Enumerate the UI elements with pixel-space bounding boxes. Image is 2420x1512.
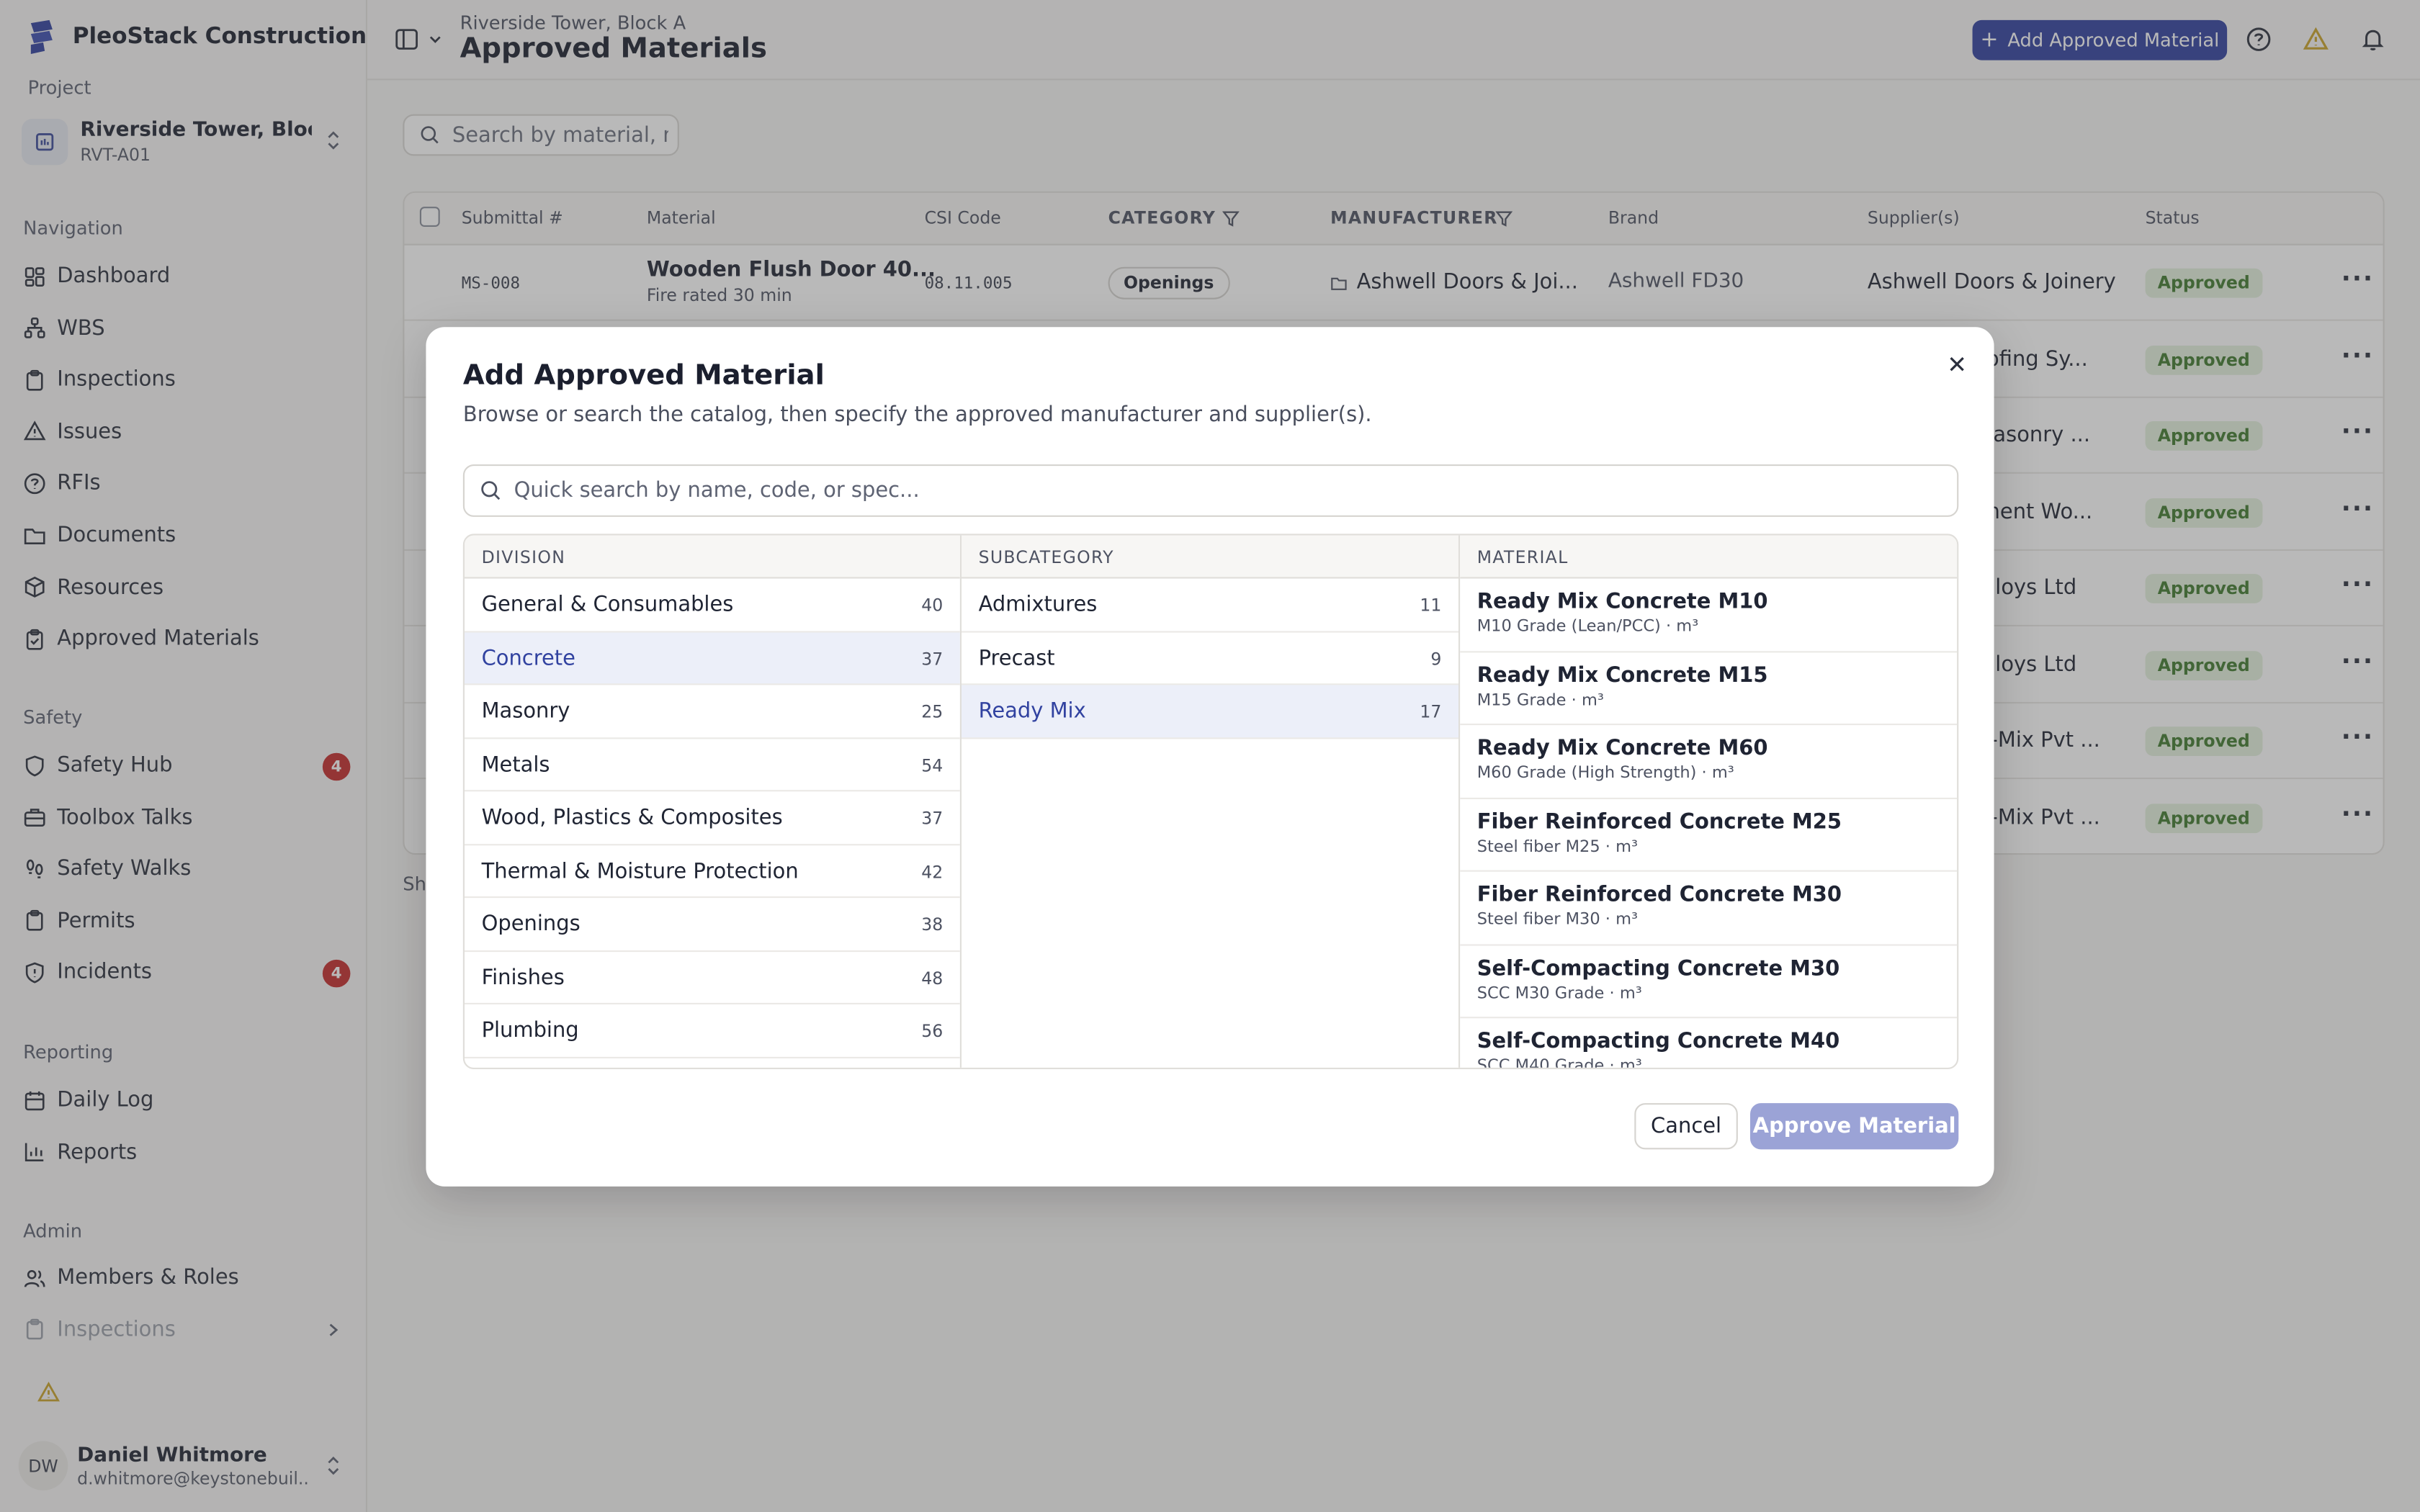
material-item[interactable]: Ready Mix Concrete M60 M60 Grade (High St… — [1460, 725, 1958, 798]
division-header: DIVISION — [465, 535, 960, 579]
material-item[interactable]: Ready Mix Concrete M10 M10 Grade (Lean/PC… — [1460, 579, 1958, 652]
catalog-search-placeholder: Quick search by name, code, or spec... — [514, 478, 920, 503]
material-item-name: Fiber Reinforced Concrete M30 — [1476, 882, 1842, 907]
division-item[interactable]: Concrete 37 — [465, 631, 960, 685]
division-count: 25 — [921, 701, 944, 722]
subcategory-item[interactable]: Ready Mix 17 — [962, 685, 1458, 739]
division-label: Masonry — [481, 698, 570, 724]
material-item[interactable]: Fiber Reinforced Concrete M30 Steel fiber… — [1460, 872, 1958, 945]
subcategory-item[interactable]: Admixtures 11 — [962, 579, 1458, 632]
division-label: Plumbing — [481, 1018, 579, 1043]
material-item-name: Ready Mix Concrete M10 — [1476, 589, 1768, 614]
close-icon[interactable] — [1945, 352, 1969, 377]
material-header: MATERIAL — [1460, 535, 1958, 579]
subcategory-count: 9 — [1430, 649, 1442, 669]
division-count: 56 — [921, 1021, 944, 1042]
subcategory-label: Precast — [978, 645, 1055, 671]
division-label: Metals — [481, 752, 550, 777]
material-item-name: Self-Compacting Concrete M40 — [1476, 1029, 1840, 1054]
modal-subtitle: Browse or search the catalog, then speci… — [462, 402, 1372, 428]
division-count: 54 — [921, 755, 944, 775]
division-column: DIVISION General & Consumables 40 Concrete… — [465, 535, 962, 1068]
division-label: Wood, Plastics & Composites — [481, 805, 783, 830]
cancel-button[interactable]: Cancel — [1634, 1103, 1738, 1150]
division-item[interactable]: Plumbing 56 — [465, 1004, 960, 1058]
material-item[interactable]: Self-Compacting Concrete M40 SCC M40 Grad… — [1460, 1018, 1957, 1068]
material-item-spec: Steel fiber M30 · m³ — [1476, 910, 1639, 929]
division-count: 48 — [921, 968, 944, 989]
division-item[interactable]: Wood, Plastics & Composites 37 — [465, 791, 960, 845]
division-label: Thermal & Moisture Protection — [481, 858, 799, 883]
material-item-name: Ready Mix Concrete M60 — [1476, 736, 1768, 761]
division-label: General & Consumables — [481, 592, 734, 618]
subcategory-column: SUBCATEGORY Admixtures 11 Precast 9 Ready Mi… — [962, 535, 1461, 1068]
division-item[interactable]: General & Consumables 40 — [465, 579, 960, 632]
approve-material-button[interactable]: Approve Material — [1750, 1103, 1959, 1150]
modal-title: Add Approved Material — [462, 359, 825, 392]
catalog-browser: DIVISION General & Consumables 40 Concrete… — [462, 534, 1959, 1069]
material-item-name: Ready Mix Concrete M15 — [1476, 662, 1768, 688]
material-column: MATERIAL Ready Mix Concrete M10 M10 Grade… — [1460, 535, 1958, 1068]
division-count: 37 — [921, 808, 944, 829]
subcategory-count: 11 — [1420, 595, 1442, 616]
division-count: 38 — [921, 914, 944, 935]
subcategory-label: Admixtures — [978, 592, 1098, 618]
division-label: Concrete — [481, 645, 575, 671]
division-item[interactable]: Openings 38 — [465, 898, 960, 952]
add-material-modal: Add Approved Material Browse or search t… — [426, 327, 1994, 1187]
material-item[interactable]: Self-Compacting Concrete M30 SCC M30 Grad… — [1460, 945, 1958, 1019]
division-label: Openings — [481, 912, 581, 937]
material-item-spec: Steel fiber M25 · m³ — [1476, 837, 1639, 856]
division-item[interactable]: Metals 54 — [465, 738, 960, 792]
division-count: 37 — [921, 649, 944, 669]
division-item[interactable]: Thermal & Moisture Protection 42 — [465, 845, 960, 899]
material-item-name: Self-Compacting Concrete M30 — [1476, 955, 1840, 981]
division-item[interactable]: Masonry 25 — [465, 685, 960, 739]
material-item-spec: M60 Grade (High Strength) · m³ — [1476, 763, 1734, 783]
material-item-spec: M15 Grade · m³ — [1476, 690, 1604, 709]
material-item-name: Fiber Reinforced Concrete M25 — [1476, 809, 1842, 834]
division-item[interactable]: Finishes 48 — [465, 951, 960, 1004]
material-item[interactable]: Fiber Reinforced Concrete M25 Steel fiber… — [1460, 798, 1958, 872]
subcategory-label: Ready Mix — [978, 698, 1086, 724]
subcategory-count: 17 — [1420, 701, 1442, 722]
subcategory-header: SUBCATEGORY — [962, 535, 1458, 579]
material-item-spec: M10 Grade (Lean/PCC) · m³ — [1476, 617, 1699, 636]
division-count: 40 — [921, 595, 944, 616]
material-item-spec: SCC M40 Grade · m³ — [1476, 1056, 1642, 1068]
material-item[interactable]: Ready Mix Concrete M15 M15 Grade · m³ — [1460, 652, 1958, 726]
catalog-search-input[interactable]: Quick search by name, code, or spec... — [462, 464, 1959, 517]
division-count: 42 — [921, 861, 944, 882]
subcategory-item[interactable]: Precast 9 — [962, 632, 1458, 685]
division-label: Finishes — [481, 965, 565, 990]
material-item-spec: SCC M30 Grade · m³ — [1476, 984, 1642, 1002]
search-icon — [481, 481, 501, 500]
